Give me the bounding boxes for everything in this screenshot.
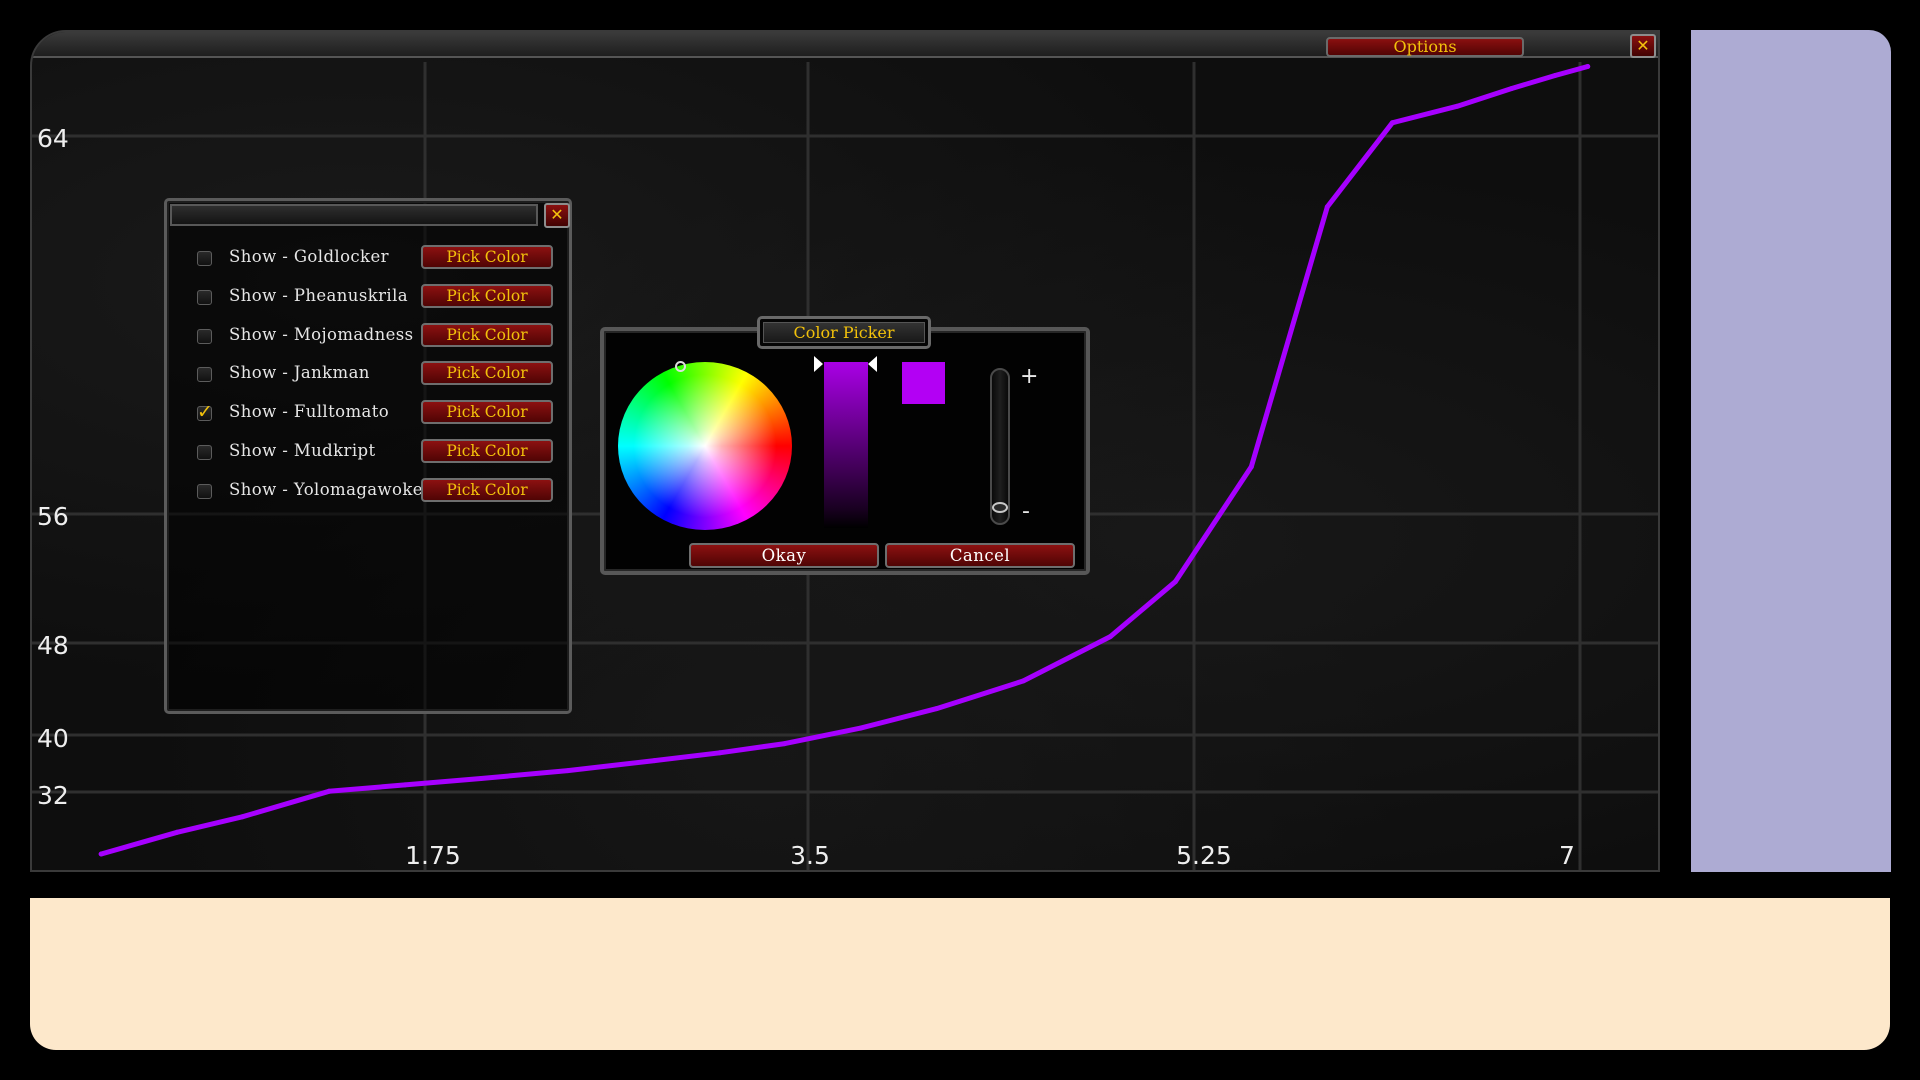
pick-color-button[interactable]: Pick Color xyxy=(421,322,553,347)
opacity-slider-thumb[interactable] xyxy=(992,502,1008,513)
player-label: Show - Fulltomato xyxy=(229,402,390,422)
pick-color-button[interactable]: Pick Color xyxy=(421,245,553,269)
x-tick-label: 3.5 xyxy=(790,841,830,870)
wheel-cursor-icon[interactable] xyxy=(675,361,686,372)
okay-button[interactable]: Okay xyxy=(689,543,879,568)
pick-color-button[interactable]: Pick Color xyxy=(421,477,553,502)
series-point xyxy=(1552,73,1558,78)
color-swatch xyxy=(902,362,945,404)
series-point xyxy=(652,758,657,764)
series-point xyxy=(1389,120,1395,126)
player-label: Show - Jankman xyxy=(229,363,370,383)
color-picker-title: Color Picker xyxy=(763,322,925,343)
series-point xyxy=(1324,204,1330,210)
series-point xyxy=(1107,634,1113,640)
show-checkbox[interactable] xyxy=(197,328,212,344)
series-point xyxy=(717,750,723,756)
color-picker-titlebar[interactable]: Color Picker xyxy=(757,316,931,349)
opacity-plus-label: + xyxy=(1020,364,1039,389)
show-checkbox[interactable]: ✓ xyxy=(197,401,213,423)
value-slider[interactable] xyxy=(824,362,868,528)
series-point xyxy=(98,851,104,857)
player-window-titlebar[interactable] xyxy=(170,204,538,226)
player-row: Show - Pheanuskrila Pick Color xyxy=(197,283,567,310)
series-point xyxy=(1454,103,1460,109)
player-label: Show - Goldlocker xyxy=(229,247,389,266)
player-label: Show - Mudkript xyxy=(229,441,376,460)
series-point xyxy=(478,776,484,781)
x-tick-label: 1.75 xyxy=(405,841,461,870)
y-tick-label: 40 xyxy=(37,724,69,753)
series-point xyxy=(1020,678,1026,684)
show-checkbox[interactable] xyxy=(197,367,212,383)
series-point xyxy=(174,829,180,835)
pick-color-button[interactable]: Pick Color xyxy=(421,439,553,463)
player-row: Show - Mudkript Pick Color xyxy=(197,439,567,465)
close-icon[interactable]: ✕ xyxy=(1630,34,1656,58)
close-icon[interactable]: ✕ xyxy=(544,203,570,228)
player-row: Show - Jankman Pick Color xyxy=(197,361,567,387)
opacity-minus-label: - xyxy=(1022,499,1030,524)
series-point xyxy=(1585,64,1591,69)
player-label: Show - Mojomadness xyxy=(229,324,414,344)
series-point xyxy=(239,814,245,820)
x-tick-label: 5.25 xyxy=(1176,841,1232,870)
show-checkbox[interactable] xyxy=(197,251,212,266)
player-row: Show - Goldlocker Pick Color xyxy=(197,245,567,271)
color-wheel[interactable] xyxy=(618,362,792,530)
player-row: Show - Yolomagawoke Pick Color xyxy=(197,477,567,504)
series-point xyxy=(782,741,788,747)
y-tick-label: 56 xyxy=(37,502,69,531)
checkmark-icon: ✓ xyxy=(197,401,213,424)
y-tick-label: 32 xyxy=(37,781,69,810)
y-tick-label: 64 xyxy=(37,124,69,153)
show-checkbox[interactable] xyxy=(197,289,212,305)
series-point xyxy=(326,788,332,794)
x-tick-label: 7 xyxy=(1559,841,1575,870)
value-slider-left-arrow-icon[interactable] xyxy=(814,356,823,372)
series-point xyxy=(402,782,408,788)
series-point xyxy=(934,706,940,712)
y-tick-label: 48 xyxy=(37,631,69,660)
series-point xyxy=(1248,464,1254,470)
show-checkbox[interactable] xyxy=(197,483,212,499)
show-checkbox[interactable] xyxy=(197,445,212,460)
player-list-window: ✕ Show - Goldlocker Pick Color Show - Phea… xyxy=(164,198,572,714)
value-slider-right-arrow-icon[interactable] xyxy=(868,356,877,372)
pick-color-button[interactable]: Pick Color xyxy=(421,283,553,308)
cancel-button[interactable]: Cancel xyxy=(885,543,1075,568)
player-row: Show - Mojomadness Pick Color xyxy=(197,322,567,349)
pick-color-button[interactable]: Pick Color xyxy=(421,361,553,386)
bottom-panel xyxy=(30,898,1890,1050)
options-button[interactable]: Options xyxy=(1326,37,1524,57)
player-row: ✓ Show - Fulltomato Pick Color xyxy=(197,400,567,426)
series-point xyxy=(1509,86,1515,91)
player-label: Show - Pheanuskrila xyxy=(229,285,408,305)
player-label: Show - Yolomagawoke xyxy=(229,479,423,499)
pick-color-button[interactable]: Pick Color xyxy=(421,400,553,425)
series-point xyxy=(858,725,864,731)
side-panel xyxy=(1691,30,1891,872)
series-point xyxy=(1172,579,1178,585)
series-point xyxy=(565,768,571,774)
